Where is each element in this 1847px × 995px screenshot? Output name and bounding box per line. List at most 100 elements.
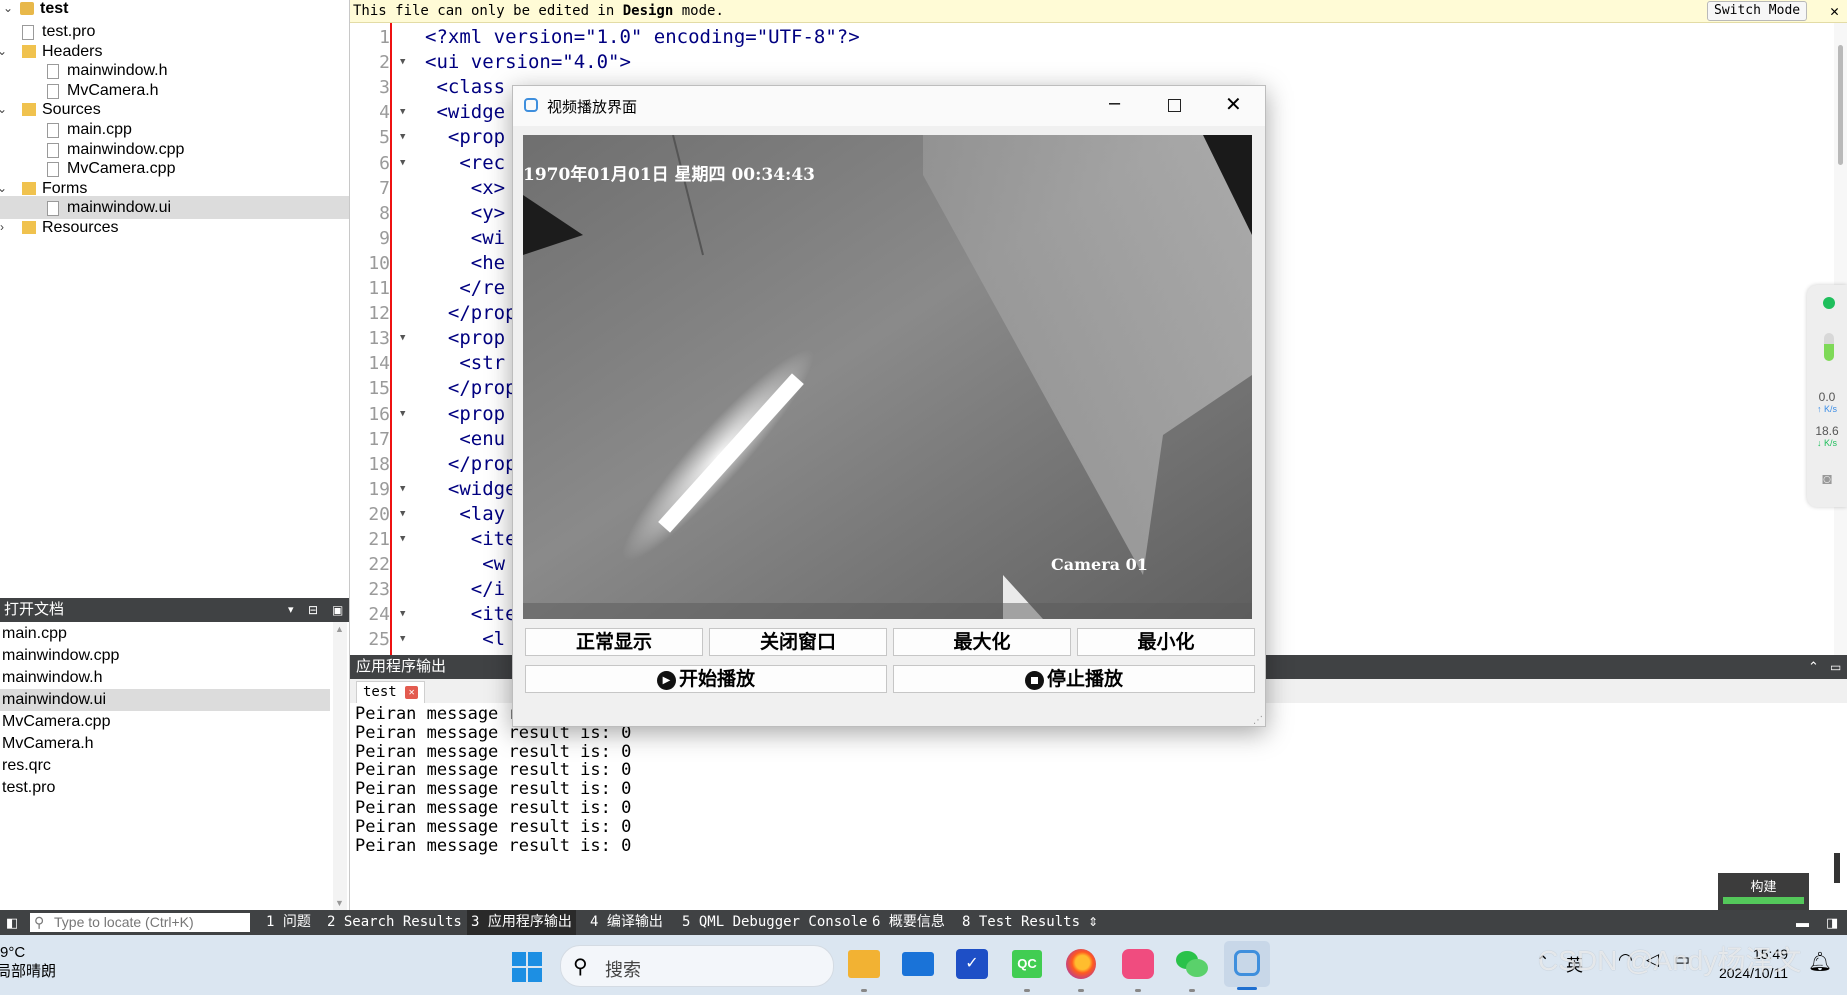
mail-icon[interactable] (902, 952, 934, 976)
folder-icon (22, 221, 36, 234)
minimize-button[interactable]: 最小化 (1077, 628, 1255, 656)
open-doc-item[interactable]: MvCamera.cpp (0, 711, 330, 733)
taskbar-search[interactable]: ⚲ 搜索 (560, 945, 834, 987)
status-tab[interactable]: 5 QML Debugger Console (678, 910, 871, 935)
status-tab[interactable]: 2 Search Results (323, 910, 466, 935)
weather-widget[interactable]: 9°C 局部晴朗 (0, 943, 56, 981)
output-tab[interactable]: test ✕ (356, 681, 426, 703)
normal-display-button[interactable]: 正常显示 (525, 628, 703, 656)
dropdown-icon[interactable]: ▾ (288, 598, 294, 622)
clock[interactable]: 15:49 2024/10/11 (1716, 945, 1788, 983)
file-explorer-icon[interactable] (848, 950, 880, 978)
toggle-rightpane-icon[interactable]: ◨ (1826, 910, 1838, 935)
line-number: 17 (368, 428, 390, 450)
qt-creator-icon[interactable]: QC (1012, 950, 1042, 978)
chevron-down-icon[interactable]: ⌄ (2, 0, 14, 20)
fold-marker-icon[interactable]: ▼ (400, 125, 410, 150)
close-window-button[interactable]: 关闭窗口 (709, 628, 887, 656)
visual-studio-code-icon[interactable]: ✓ (956, 949, 988, 979)
wechat-icon[interactable] (1176, 949, 1208, 979)
play-icon: ▶ (656, 670, 676, 690)
window-title: 视频播放界面 (547, 99, 638, 116)
tray-chevron-icon[interactable]: ⌃ (1536, 952, 1549, 972)
open-doc-item[interactable]: test.pro (0, 777, 330, 799)
output-title: 应用程序输出 (356, 658, 447, 675)
close-tab-icon[interactable]: ✕ (405, 685, 419, 699)
fold-marker-icon[interactable]: ▼ (400, 602, 410, 627)
windows-start-icon[interactable] (512, 952, 542, 982)
close-icon[interactable]: ✕ (1830, 0, 1839, 22)
fold-marker-icon[interactable]: ▼ (400, 402, 410, 427)
code-line: <rec (425, 151, 506, 174)
locate-placeholder: Type to locate (Ctrl+K) (54, 914, 194, 930)
fold-marker-icon[interactable]: ▼ (400, 627, 410, 652)
camera-icon[interactable]: ◙ (1807, 471, 1847, 489)
scroll-up-icon[interactable]: ▲ (335, 624, 344, 634)
clock-date: 2024/10/11 (1718, 965, 1788, 981)
open-doc-item[interactable]: mainwindow.cpp (0, 645, 330, 667)
code-line: <x> (425, 176, 506, 199)
open-doc-item[interactable]: MvCamera.h (0, 733, 330, 755)
tree-item[interactable]: › Resources (0, 216, 349, 239)
maximize-pane-icon[interactable]: ▭ (1830, 655, 1841, 679)
switch-mode-button[interactable]: Switch Mode (1707, 1, 1808, 21)
start-play-button[interactable]: ▶ 开始播放 (525, 665, 887, 693)
fold-marker-icon[interactable]: ▼ (400, 100, 410, 125)
scroll-down-icon[interactable]: ▼ (335, 898, 344, 908)
minimize-icon[interactable]: – (1109, 92, 1120, 115)
fold-marker-icon[interactable]: ▼ (400, 527, 410, 552)
code-line: <lay (425, 502, 506, 525)
open-doc-item[interactable]: main.cpp (0, 623, 330, 645)
fold-marker-icon[interactable]: ▼ (400, 50, 410, 75)
close-pane-icon[interactable]: ▣ (332, 598, 343, 622)
maximize-icon[interactable] (1168, 99, 1181, 112)
status-tab[interactable]: 3 应用程序输出 (467, 910, 576, 935)
fold-marker-icon[interactable]: ▼ (400, 477, 410, 502)
output-toggle-icon[interactable]: ▬ (1796, 910, 1809, 935)
wifi-icon[interactable]: ◠ (1618, 950, 1633, 970)
scrollbar[interactable]: ▲ ▼ (333, 622, 347, 910)
output-scroll-thumb[interactable] (1834, 853, 1840, 883)
firefox-icon[interactable] (1066, 949, 1096, 979)
collapse-icon[interactable]: ⌃ (1808, 655, 1819, 679)
notification-bell-icon[interactable]: 🔔︎ (1808, 950, 1832, 974)
maximize-button[interactable]: 最大化 (893, 628, 1071, 656)
video-app-icon (1234, 950, 1260, 976)
fold-marker-icon[interactable]: ▼ (400, 502, 410, 527)
close-icon[interactable]: ✕ (1225, 92, 1242, 117)
line-number: 11 (368, 278, 390, 299)
chevron-right-icon[interactable]: › (0, 216, 8, 239)
ime-indicator[interactable]: 英 (1566, 951, 1583, 976)
tree-root[interactable]: ⌄ test (0, 0, 349, 20)
toggle-sidebar-icon[interactable]: ◧ (6, 910, 18, 935)
open-doc-item[interactable]: mainwindow.ui (0, 689, 330, 711)
video-titlebar[interactable]: 视频播放界面 – ✕ (513, 86, 1265, 126)
line-number: 19 (368, 478, 390, 500)
stop-play-button[interactable]: 停止播放 (893, 665, 1255, 693)
fold-marker-icon[interactable]: ▼ (400, 326, 410, 351)
active-app-highlight[interactable] (1224, 941, 1270, 990)
network-speed-widget[interactable]: 0.0 ↑ K/s 18.6 ↓ K/s ◙ (1807, 285, 1847, 507)
status-tab[interactable]: 4 编译输出 (586, 910, 667, 935)
bilibili-icon[interactable] (1122, 949, 1154, 979)
open-docs-list: main.cpp mainwindow.cpp mainwindow.h mainwi… (0, 622, 349, 910)
memory-meter (1824, 333, 1834, 361)
resize-grip-icon[interactable]: ⋰ (1253, 715, 1263, 726)
more-tabs-icon[interactable]: ⇕ (1088, 910, 1098, 935)
fold-marker-icon[interactable]: ▼ (400, 151, 410, 176)
scroll-thumb[interactable] (1838, 45, 1843, 165)
volume-icon[interactable]: ◁ (1646, 950, 1659, 970)
file-icon (22, 25, 34, 40)
battery-icon[interactable]: ▭ (1674, 950, 1690, 970)
open-doc-item[interactable]: res.qrc (0, 755, 330, 777)
build-progress-bar (1723, 897, 1804, 904)
status-tab[interactable]: 8 Test Results (958, 910, 1084, 935)
open-doc-item[interactable]: mainwindow.h (0, 667, 330, 689)
status-tab[interactable]: 1 问题 (262, 910, 315, 935)
build-status-widget[interactable]: 构建 (1718, 873, 1809, 910)
status-tab[interactable]: 6 概要信息 (868, 910, 949, 935)
locate-input[interactable]: ⚲ Type to locate (Ctrl+K) (30, 913, 250, 932)
split-icon[interactable]: ⊟ (308, 598, 318, 622)
notice-bold: Design (622, 3, 674, 19)
line-number: 7 (379, 177, 390, 199)
